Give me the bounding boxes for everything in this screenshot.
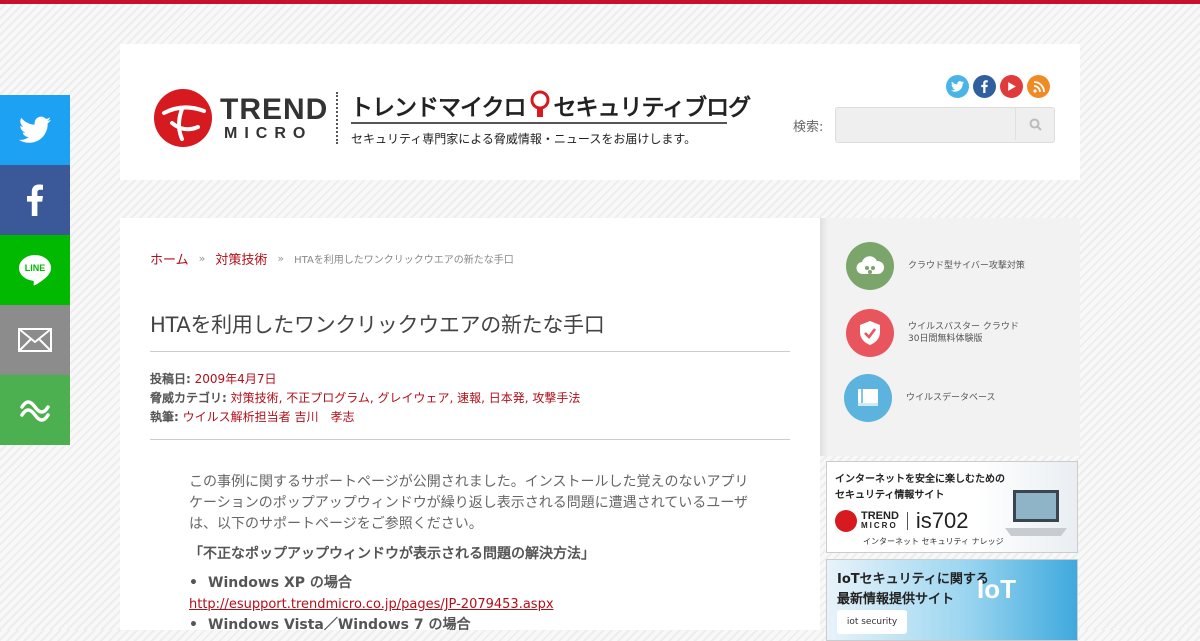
meta-divider [150,439,790,440]
share-more-button[interactable] [0,375,70,445]
twitter-icon [19,116,51,143]
sidebar: クラウド型サイバー攻撃対策 ウイルスバスター クラウド 30日間無料体験版 ウイ… [820,218,1080,456]
meta-date[interactable]: 2009年4月7日 [195,372,277,386]
shield-check-icon [846,309,894,357]
share-line-button[interactable]: LINE [0,235,70,305]
search-box [835,107,1055,143]
trend-micro-emblem-icon [154,89,212,147]
banner-line1: インターネットを安全に楽しむための [835,474,1005,485]
laptop-icon [1005,490,1067,536]
meta-author-row: 執筆: ウイルス解析担当者 吉川 孝志 [150,408,580,427]
cloud-icon [846,242,894,290]
logo-trend-text: TREND [220,93,329,126]
sns-twitter-link[interactable] [946,75,969,98]
banner-line2: 最新情報提供サイト [837,592,955,607]
twitter-icon [951,81,964,92]
support-title: 「不正なポップアップウィンドウが表示される問題の解決方法」 [189,546,595,562]
banner-brand-trend: TREND [861,510,899,522]
sidebar-item-virusbuster[interactable]: ウイルスバスター クラウド 30日間無料体験版 [846,309,1019,357]
blog-title[interactable]: トレンドマイクロ セキュリティブログ [350,88,752,122]
rss-icon [1032,80,1045,93]
line-icon: LINE [19,255,52,286]
youtube-play-icon [1008,82,1016,91]
meta-author[interactable]: ウイルス解析担当者 吉川 孝志 [183,410,355,424]
sidebar-shadow [820,218,828,456]
banner-brand: TREND MICRO is702 [835,508,968,534]
book-icon [844,374,892,422]
sns-links [946,75,1050,98]
article-intro: この事例に関するサポートページが公開されました。インストールした覚えのないアプリ… [189,474,749,532]
logo-micro-text: MICRO [224,125,313,142]
iot-security-banner[interactable]: IoTセキュリティに関する 最新情報提供サイト IoT iot security [826,559,1078,641]
support-item-label: Windows XP の場合 [208,575,352,591]
article-meta: 投稿日: 2009年4月7日 脅威カテゴリ: 対策技術, 不正プログラム, グレ… [150,370,580,427]
blog-tagline: セキュリティ専門家による脅威情報・ニュースをお届けします。 [351,132,697,146]
sidebar-item-cloud[interactable]: クラウド型サイバー攻撃対策 [846,242,1025,290]
breadcrumb-category[interactable]: 対策技術 [215,249,267,268]
banner-brand-text: TREND MICRO [861,511,899,531]
lightbulb-icon [530,90,550,120]
is702-banner[interactable]: インターネットを安全に楽しむための セキュリティ情報サイト TREND MICR… [826,461,1078,553]
breadcrumb-home[interactable]: ホーム [150,249,189,268]
share-facebook-button[interactable] [0,165,70,235]
sidebar-item-label-line2: 30日間無料体験版 [908,334,983,344]
share-twitter-button[interactable] [0,95,70,165]
meta-date-label: 投稿日: [150,372,191,386]
banner-brand-micro: MICRO [861,521,898,530]
blog-title-underline [351,122,727,124]
support-list: Windows XP の場合 http://esupport.trendmicr… [189,573,755,630]
meta-date-row: 投稿日: 2009年4月7日 [150,370,580,389]
article-title: HTAを利用したワンクリックウエアの新たな手口 [150,313,605,337]
search-button[interactable] [1015,108,1054,140]
sns-youtube-link[interactable] [1000,75,1023,98]
banner-site-name: is702 [915,508,969,533]
trend-micro-logo[interactable]: TREND MICRO [154,89,327,149]
breadcrumb-separator: » [277,252,285,265]
line-label: LINE [25,263,46,273]
logo-divider [336,92,338,144]
breadcrumb-separator: » [198,252,206,265]
search-input[interactable] [836,108,1014,140]
top-accent-bar [0,0,1200,4]
search-label: 検索: [793,120,824,135]
breadcrumb: ホーム » 対策技術 » HTAを利用したワンクリックウエアの新たな手口 [150,249,514,268]
list-item: Windows XP の場合 http://esupport.trendmicr… [189,573,755,615]
banner-iot-text: IoT [977,574,1016,604]
title-divider [150,351,790,352]
blog-title-name: セキュリティブログ [553,95,752,121]
meta-category-label: 脅威カテゴリ: [150,391,227,405]
facebook-icon [27,184,43,216]
banner-line1: IoTセキュリティに関する [837,572,989,587]
share-mail-button[interactable] [0,305,70,375]
banner-caption: インターネット セキュリティ ナレッジ [863,537,1004,546]
share-more-icon [20,400,50,422]
sidebar-item-label-line1: ウイルスバスター クラウド [908,322,1019,332]
sidebar-item-virus-db[interactable]: ウイルスデータベース [844,374,996,422]
list-item: Windows Vista／Windows 7 の場合 [189,615,755,630]
sns-rss-link[interactable] [1027,75,1050,98]
search-icon [1029,118,1042,131]
blog-title-brand: トレンドマイクロ [350,95,527,121]
trend-micro-emblem-icon [835,510,857,532]
sidebar-item-label: ウイルスバスター クラウド 30日間無料体験版 [908,321,1019,345]
sidebar-item-label: ウイルスデータベース [906,393,996,403]
share-bar: LINE [0,95,70,445]
mail-icon [18,328,52,352]
iot-security-badge: iot security [837,610,907,634]
support-link[interactable]: http://esupport.trendmicro.co.jp/pages/J… [189,594,755,615]
breadcrumb-current: HTAを利用したワンクリックウエアの新たな手口 [294,255,514,266]
meta-category-row: 脅威カテゴリ: 対策技術, 不正プログラム, グレイウェア, 速報, 日本発, … [150,389,580,408]
meta-categories[interactable]: 対策技術, 不正プログラム, グレイウェア, 速報, 日本発, 攻撃手法 [231,391,581,405]
meta-author-label: 執筆: [150,410,179,424]
support-item-label: Windows Vista／Windows 7 の場合 [208,617,471,630]
sidebar-item-label: クラウド型サイバー攻撃対策 [908,261,1025,271]
site-header: TREND MICRO トレンドマイクロ セキュリティブログ セキュリティ専門家… [120,44,1080,180]
article-body: この事例に関するサポートページが公開されました。インストールした覚えのないアプリ… [189,472,755,630]
banner-divider [906,512,908,530]
facebook-icon [981,80,988,93]
banner-line2: セキュリティ情報サイト [835,490,945,501]
sns-facebook-link[interactable] [973,75,996,98]
main-content: ホーム » 対策技術 » HTAを利用したワンクリックウエアの新たな手口 HTA… [120,218,820,630]
